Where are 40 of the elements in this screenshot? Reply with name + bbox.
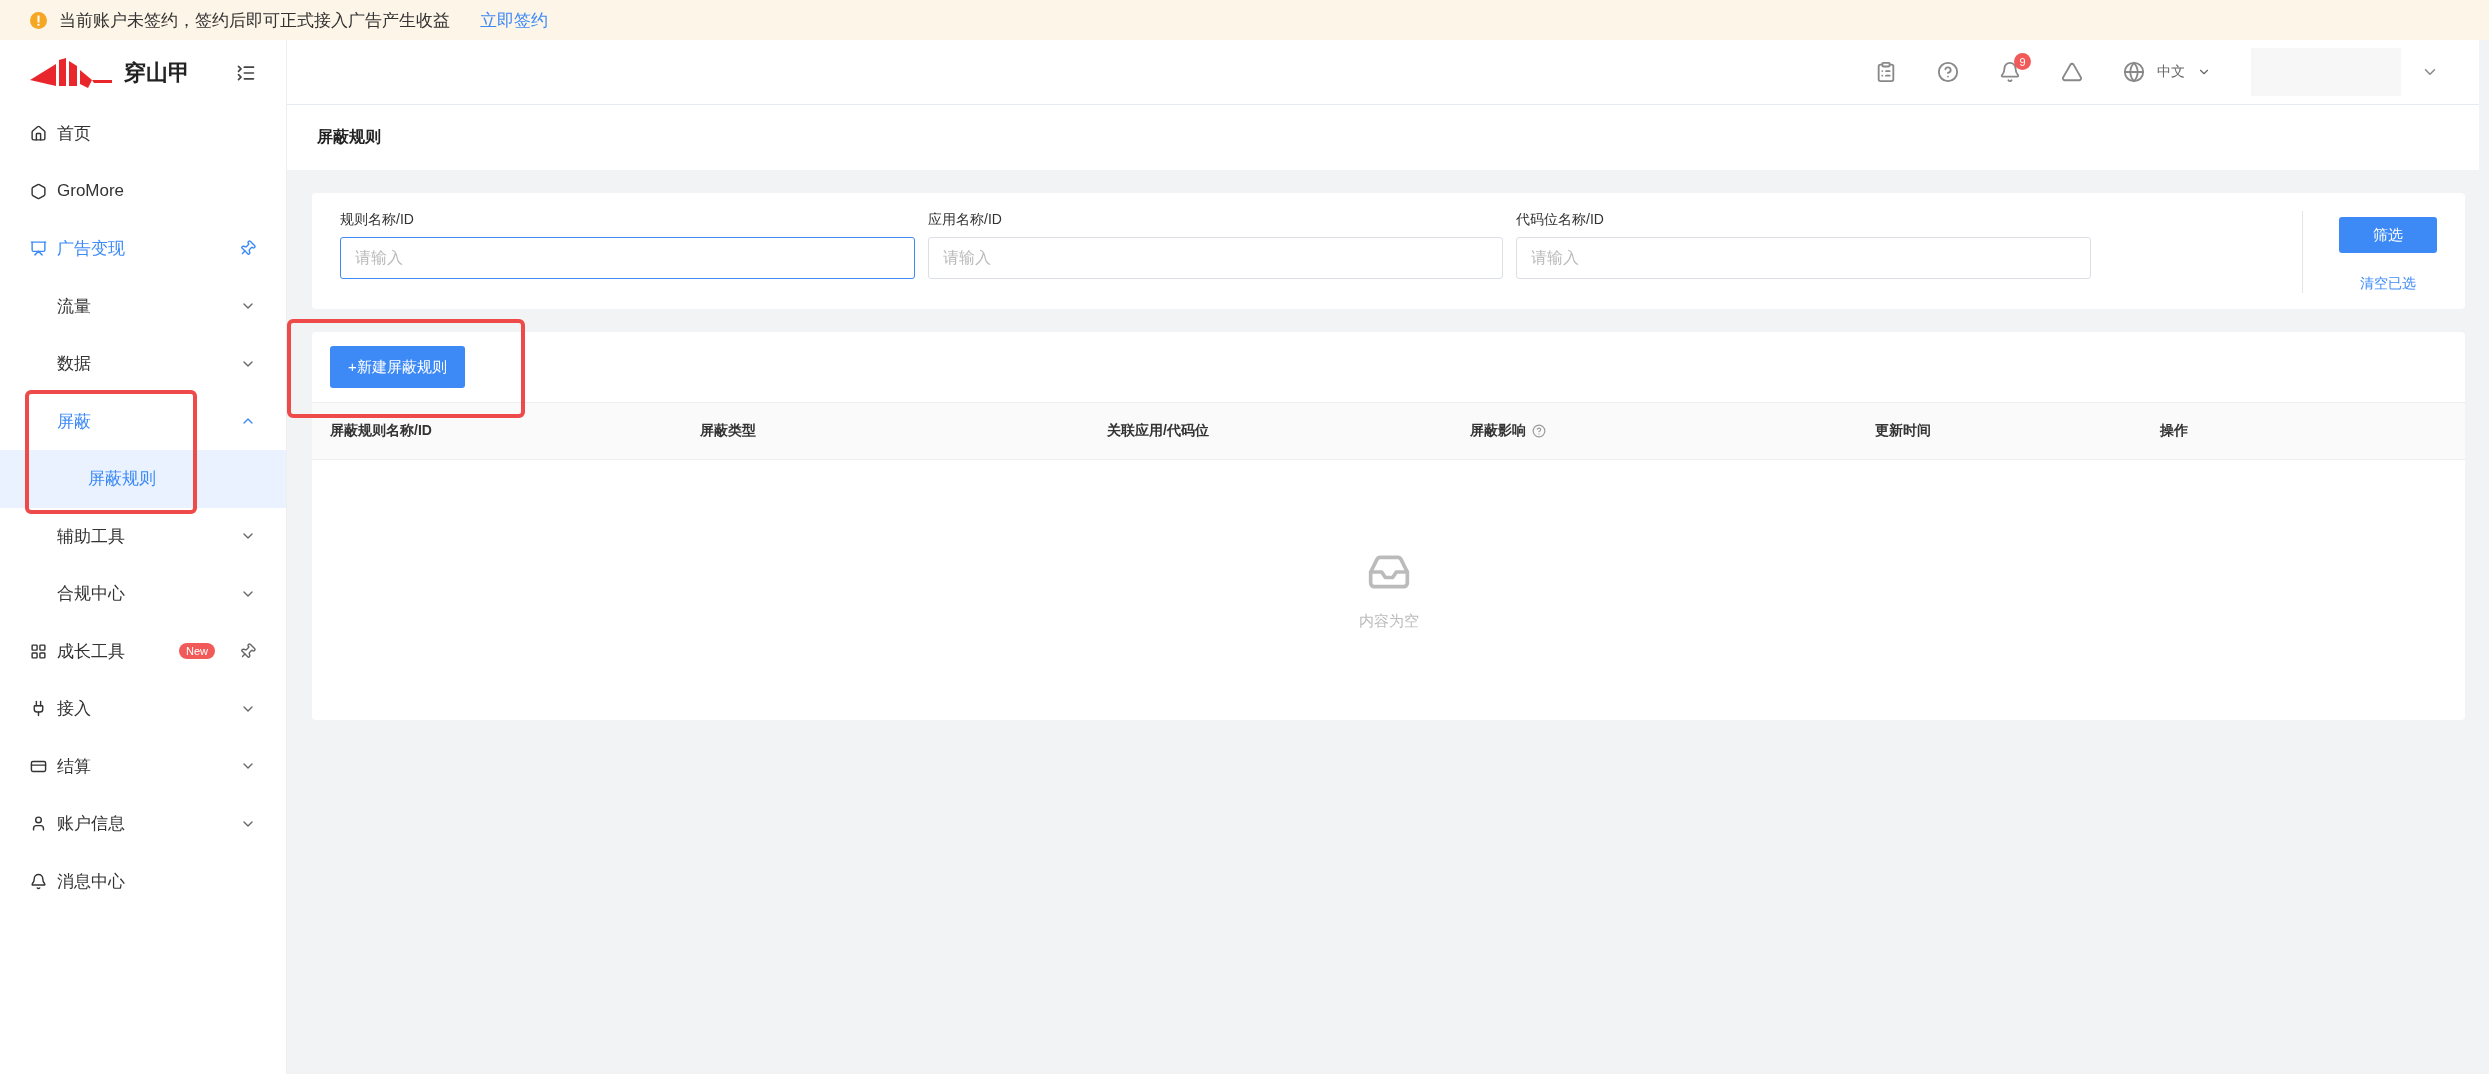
- sidebar-item[interactable]: 屏蔽: [0, 392, 286, 450]
- globe-icon: [2123, 61, 2145, 83]
- sidebar-item[interactable]: 接入: [0, 680, 286, 738]
- empty-text: 内容为空: [1358, 611, 1419, 631]
- sidebar-item[interactable]: 消息中心: [0, 852, 286, 910]
- field-label: 代码位名称/ID: [1516, 211, 1605, 229]
- logo-text: 穿山甲: [124, 58, 190, 87]
- field-label: 规则名称/ID: [340, 211, 415, 229]
- new-badge: New: [179, 643, 215, 660]
- language-selector[interactable]: 中文: [2123, 61, 2211, 83]
- sidebar-item[interactable]: GroMore: [0, 162, 286, 220]
- clear-link[interactable]: 清空已选: [2360, 275, 2416, 293]
- sidebar-item[interactable]: 辅助工具: [0, 507, 286, 565]
- column-header: 屏蔽影响: [1470, 422, 1875, 440]
- notification-count: 9: [2014, 53, 2031, 70]
- field-label: 应用名称/ID: [928, 211, 1003, 229]
- notice-text: 当前账户未签约，签约后即可正式接入广告产生收益: [59, 9, 450, 32]
- help-icon[interactable]: [1532, 424, 1546, 438]
- column-header: 屏蔽类型: [700, 422, 757, 440]
- sidebar-item[interactable]: 成长工具 New: [0, 622, 286, 680]
- help-icon[interactable]: [1937, 61, 1959, 83]
- logo-mark-icon: [30, 57, 112, 88]
- collapse-menu-icon[interactable]: [236, 62, 256, 83]
- triangle-icon[interactable]: [2061, 61, 2083, 83]
- column-header: 操作: [2160, 422, 2189, 440]
- column-header: 关联应用/代码位: [1107, 422, 1210, 440]
- sidebar-item[interactable]: 首页: [0, 105, 286, 163]
- page-title: 屏蔽规则: [317, 127, 381, 147]
- sidebar-item[interactable]: 数据: [0, 335, 286, 393]
- sidebar-item[interactable]: 合规中心: [0, 565, 286, 623]
- sidebar-item[interactable]: 账户信息: [0, 795, 286, 853]
- sidebar-item[interactable]: 广告变现: [0, 220, 286, 278]
- sidebar-item[interactable]: 流量: [0, 277, 286, 335]
- notification-icon[interactable]: [1999, 61, 2021, 83]
- clipboard-icon[interactable]: [1875, 61, 1897, 83]
- warning-icon: [30, 11, 47, 29]
- sidebar-item[interactable]: 结算: [0, 737, 286, 795]
- column-header: 更新时间: [1875, 422, 1932, 440]
- input-field[interactable]: 请输入: [340, 237, 915, 279]
- column-header: 屏蔽规则名称/ID: [330, 422, 433, 440]
